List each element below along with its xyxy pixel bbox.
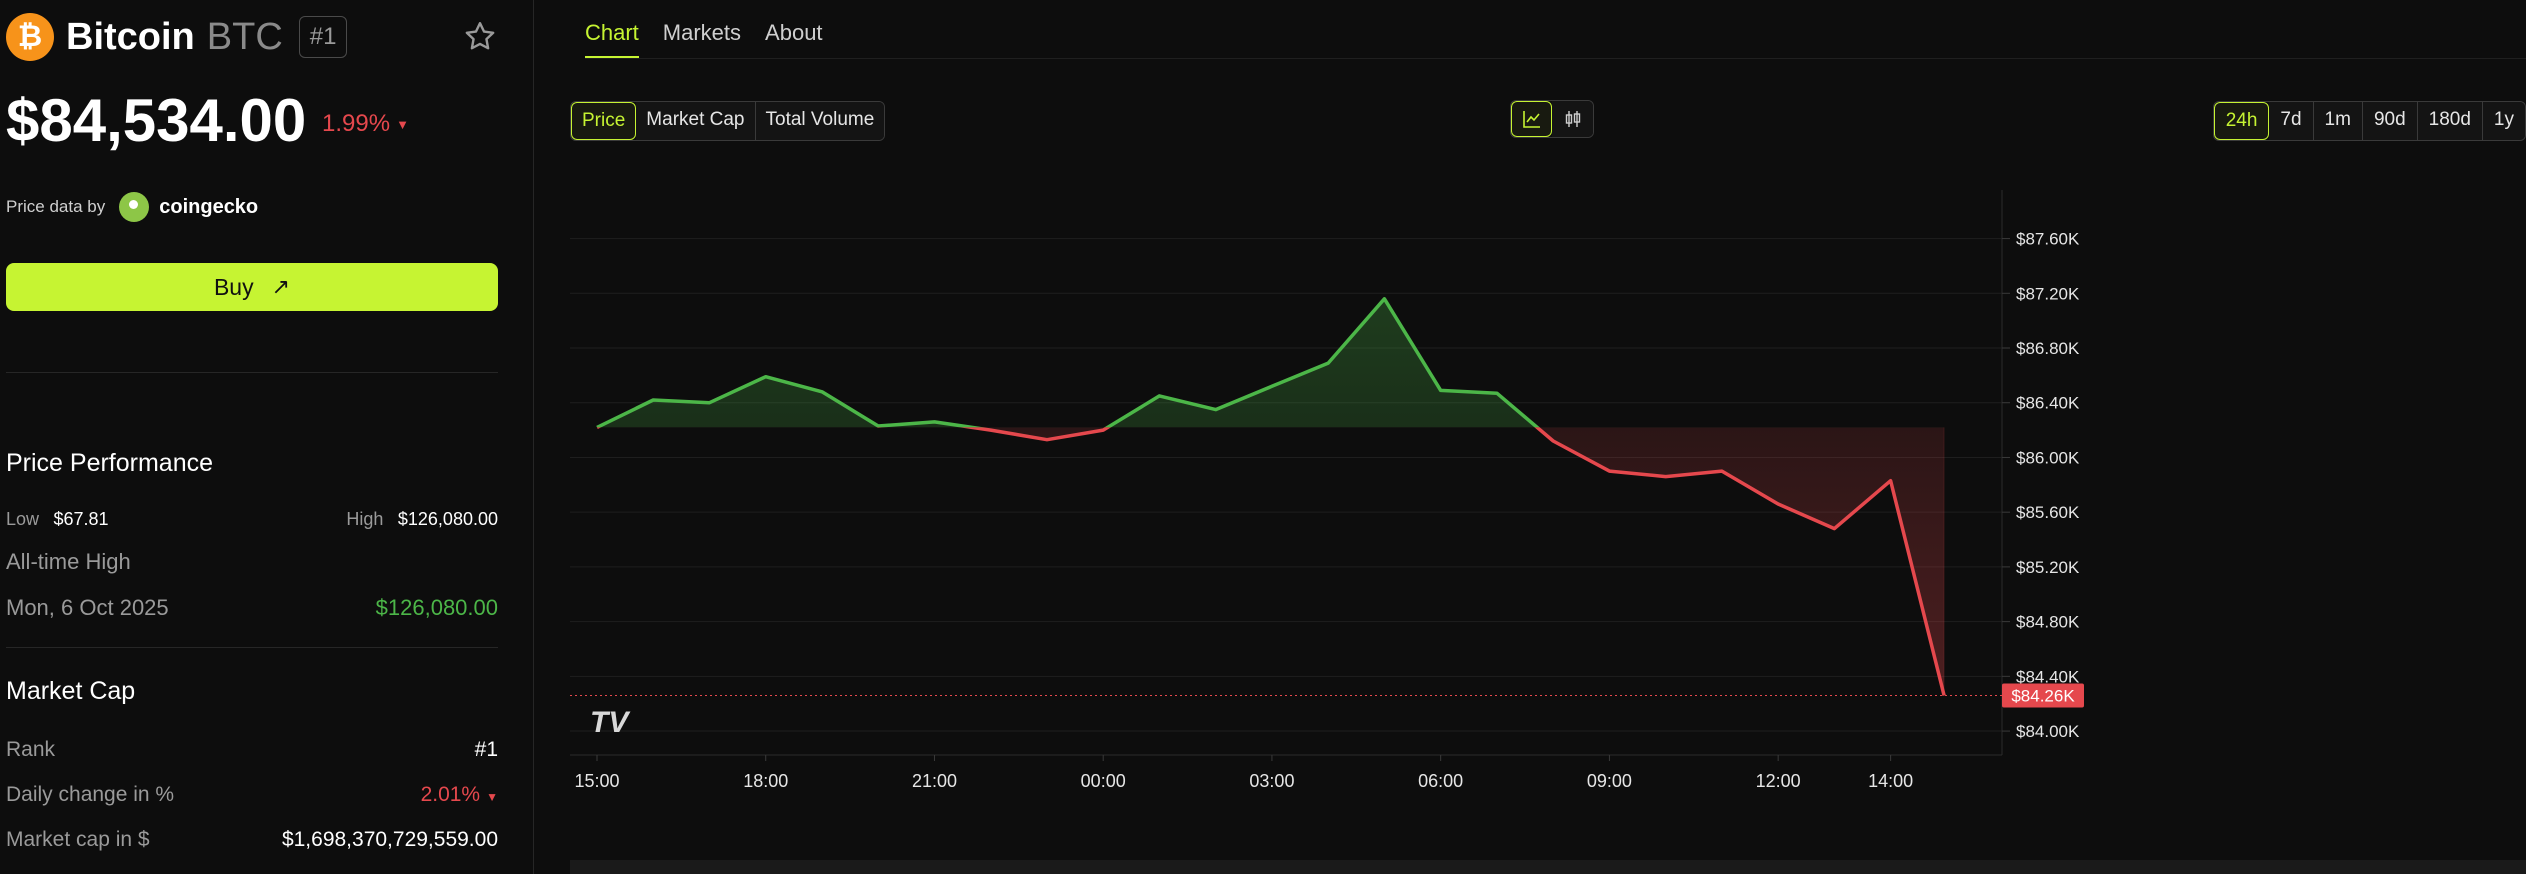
y-tick-label: $84.00K [2016,722,2080,741]
x-tick-label: 06:00 [1418,771,1463,791]
buy-label: Buy [213,273,254,300]
coingecko-logo-icon[interactable] [119,192,150,222]
metric-price-button[interactable]: Price [571,102,637,140]
x-tick-label: 14:00 [1868,771,1913,791]
line-chart-button[interactable] [1511,101,1552,137]
price-source: Price data by coingecko [6,192,258,222]
y-tick-label: $86.40K [2016,394,2080,413]
metric-total-volume-button[interactable]: Total Volume [755,102,885,140]
chart-panel: Chart Markets About Price Market Cap Tot… [535,0,2526,874]
price-line-up [596,297,1540,428]
down-triangle-icon: ▼ [486,790,498,804]
chart-line [596,297,1946,696]
last-price-marker: $84.26K [570,683,2084,708]
tab-about[interactable]: About [765,20,823,58]
price-chart[interactable]: 15:00 18:00 21:00 00:00 03:00 06:00 09:00 12:00… [570,190,2526,825]
market-cap-value: $1,698,370,729,559.00 [281,828,498,851]
coin-info-panel: ₿ Bitcoin BTC #1 $84,534.00 1.99% ▼ Price… [0,0,534,874]
last-price-label: $84.26K [2011,686,2075,705]
ath-label-row: All-time High [6,548,498,576]
y-tick-label: $85.60K [2016,503,2080,522]
star-icon[interactable] [462,19,498,55]
rank-label: Rank [6,738,56,761]
divider [6,647,498,648]
price-change-value: 1.99% [322,110,391,137]
rank-value: #1 [474,738,498,761]
market-cap-label: Market cap in $ [6,828,150,851]
market-cap-value-row: Market cap in $ $1,698,370,729,559.00 [6,826,498,854]
price-line-down [596,427,1946,696]
price-performance-title: Price Performance [6,449,214,477]
range-1m-button[interactable]: 1m [2313,102,2363,140]
bitcoin-logo-icon: ₿ [6,13,54,61]
ath-row: Mon, 6 Oct 2025 $126,080.00 [6,593,498,623]
x-tick-label: 18:00 [743,771,788,791]
market-cap-title: Market Cap [6,677,136,705]
y-tick-label: $87.60K [2016,230,2080,249]
tab-bar: Chart Markets About [585,20,823,58]
y-tick-label: $87.20K [2016,284,2080,303]
metric-market-cap-button[interactable]: Market Cap [636,102,756,140]
current-price: $84,534.00 [6,87,307,154]
ath-label: All-time High [6,549,131,574]
price-source-label: Price data by [6,197,106,216]
x-tick-label: 09:00 [1587,771,1632,791]
line-chart-icon [1522,111,1540,128]
low-label: Low [6,508,40,529]
y-tick-label: $84.40K [2016,667,2080,686]
tab-chart[interactable]: Chart [585,20,639,58]
market-cap-rank-row: Rank #1 [6,736,498,764]
low-value: $67.81 [53,508,109,529]
y-axis: $84.00K $84.40K $84.80K $85.20K $85.60K $86.0… [2002,230,2080,741]
x-tick-label: 21:00 [912,771,957,791]
price-change-badge: 1.99% ▼ [322,110,409,138]
down-triangle-icon: ▼ [396,117,409,133]
y-tick-label: $84.80K [2016,613,2080,632]
divider [6,372,498,373]
x-tick-label: 03:00 [1249,771,1294,791]
tab-underline [585,58,2526,59]
daily-change-label: Daily change in % [6,783,175,806]
buy-button[interactable]: Buy ↗ [6,263,498,311]
range-180d-button[interactable]: 180d [2417,102,2483,140]
high-value: $126,080.00 [397,508,498,529]
candlestick-button[interactable] [1552,101,1593,137]
chart-view-toggle [1510,100,1594,138]
metric-selector: Price Market Cap Total Volume [570,101,886,141]
area-down [597,427,1945,696]
range-90d-button[interactable]: 90d [2362,102,2418,140]
daily-change-row: Daily change in % 2.01% ▼ [6,781,498,809]
svg-text:TV: TV [590,706,631,739]
candlestick-icon [1565,111,1580,127]
x-tick-label: 15:00 [574,771,619,791]
high-label: High [346,508,384,529]
range-1y-button[interactable]: 1y [2482,102,2525,140]
coin-symbol: BTC [206,15,283,58]
range-7d-button[interactable]: 7d [2269,102,2314,140]
coin-name: Bitcoin [66,15,195,58]
coingecko-link[interactable]: coingecko [159,196,258,219]
ath-date: Mon, 6 Oct 2025 [6,595,169,620]
low-high-row: Low $67.81 High $126,080.00 [6,507,498,531]
y-tick-label: $85.20K [2016,558,2080,577]
area-up [597,298,1538,428]
daily-change-value-wrap: 2.01% ▼ [421,783,498,807]
range-24h-button[interactable]: 24h [2213,102,2270,140]
x-axis: 15:00 18:00 21:00 00:00 03:00 06:00 09:00 12:00… [574,755,1913,791]
arrow-up-right-icon: ↗ [271,274,291,299]
x-tick-label: 00:00 [1081,771,1126,791]
rank-chip: #1 [298,16,348,58]
tab-markets[interactable]: Markets [663,20,741,58]
y-tick-label: $86.00K [2016,448,2080,467]
chart-fill [597,298,1945,696]
chart-footer-bar [570,860,2526,874]
x-tick-label: 12:00 [1756,771,1801,791]
y-tick-label: $86.80K [2016,339,2080,358]
time-range-selector: 24h 7d 1m 90d 180d 1y [2212,101,2526,141]
tradingview-watermark-icon: TV [590,706,631,739]
ath-value: $126,080.00 [375,595,498,620]
coin-header: ₿ Bitcoin BTC #1 [6,12,498,62]
daily-change-value: 2.01% [420,783,481,806]
